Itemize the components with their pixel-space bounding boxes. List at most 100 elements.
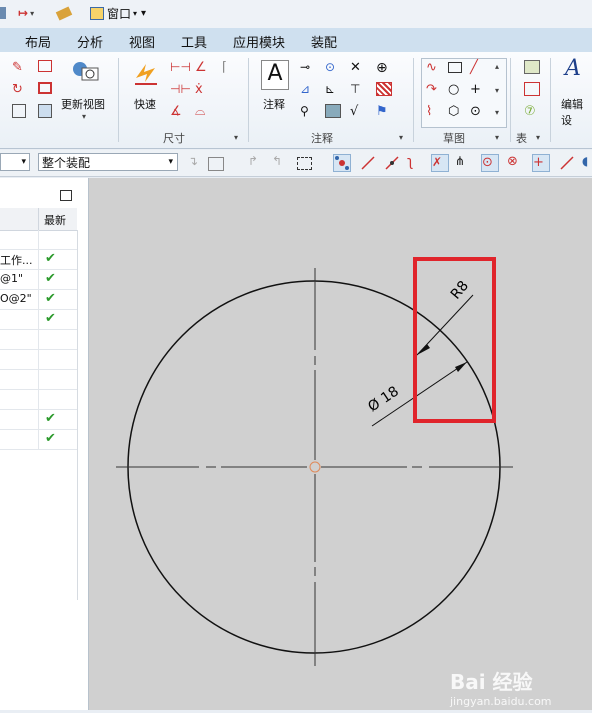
- menu-tab-bar: 布局 分析 视图 工具 应用模块 装配: [0, 28, 592, 53]
- tab-analysis[interactable]: 分析: [77, 32, 103, 51]
- table-note-icon[interactable]: [524, 60, 540, 74]
- polygon-icon[interactable]: ⬡: [448, 104, 464, 120]
- datum-icon[interactable]: ⊙: [325, 60, 341, 76]
- annotation-label[interactable]: 注释: [263, 96, 285, 112]
- dim-angular-icon[interactable]: ∠: [195, 60, 211, 76]
- nav-row[interactable]: [0, 370, 77, 390]
- qa-eraser-icon[interactable]: [55, 4, 73, 22]
- center-point-marker[interactable]: [309, 461, 321, 473]
- parts-list-icon[interactable]: [524, 82, 540, 96]
- midpoint-icon[interactable]: [383, 154, 401, 172]
- pick2-icon[interactable]: ↰: [272, 154, 290, 172]
- endpoint-icon[interactable]: [359, 154, 377, 172]
- paint-icon[interactable]: ⚑: [376, 104, 392, 120]
- update-view-label[interactable]: 更新视图: [61, 96, 105, 112]
- edit-settings-icon[interactable]: A: [565, 56, 591, 86]
- tab-view[interactable]: 视图: [129, 32, 155, 51]
- nav-row[interactable]: [0, 350, 77, 370]
- point-icon[interactable]: +: [470, 82, 486, 98]
- quadrant-icon[interactable]: ⊗: [507, 154, 525, 172]
- dim-ordinate-icon[interactable]: ẋ: [195, 82, 211, 98]
- dim-radial-icon[interactable]: ⊣⊢: [170, 82, 191, 98]
- balloon-icon[interactable]: ⑦: [524, 104, 540, 120]
- nav-row[interactable]: ✔: [0, 410, 77, 430]
- nav-row[interactable]: [0, 330, 77, 350]
- scope-combo[interactable]: 整个装配 ▾: [38, 153, 178, 171]
- up-to-date-check-icon: ✔: [45, 291, 56, 306]
- snap-icon[interactable]: ↴: [188, 154, 206, 172]
- nav-row[interactable]: ✔: [0, 430, 77, 450]
- update-view-icon[interactable]: [70, 60, 100, 86]
- view-icon-2[interactable]: [38, 60, 52, 72]
- separator: [118, 58, 119, 142]
- surface-finish-icon[interactable]: ⊾: [325, 82, 341, 98]
- nav-row[interactable]: @1" ✔: [0, 270, 77, 290]
- more-snap-icon[interactable]: ◖: [582, 154, 592, 172]
- column-latest-header[interactable]: 最新: [44, 212, 66, 228]
- circle-icon[interactable]: ○: [448, 82, 464, 98]
- existing-point-icon[interactable]: +: [532, 154, 550, 172]
- edit-settings-label[interactable]: 编辑设: [561, 96, 592, 128]
- selection-box-icon[interactable]: [208, 157, 224, 171]
- rectangle-icon[interactable]: [448, 62, 462, 73]
- dim-arc-icon[interactable]: ⌓: [195, 104, 211, 120]
- center-mark-icon[interactable]: ⊕: [376, 60, 392, 76]
- rectangle-select-icon[interactable]: [297, 157, 312, 170]
- image-icon[interactable]: [325, 104, 341, 118]
- tab-layout[interactable]: 布局: [25, 32, 51, 51]
- point-on-curve-icon[interactable]: [558, 154, 576, 172]
- drawing-sheet[interactable]: R8 Ø 18: [89, 178, 592, 710]
- tab-application[interactable]: 应用模块: [233, 32, 285, 51]
- sqrt-icon[interactable]: √: [350, 104, 366, 120]
- qa-icon-1[interactable]: [0, 4, 6, 22]
- radius-dimension[interactable]: R8: [416, 278, 474, 356]
- view-icon-1[interactable]: ✎: [12, 60, 28, 76]
- arc-center-icon[interactable]: ⋔: [455, 154, 473, 172]
- group-table-label: 表: [516, 132, 527, 145]
- quick-dimension-label[interactable]: 快速: [134, 96, 156, 112]
- nav-row[interactable]: 工作... ✔: [0, 250, 77, 270]
- view-icon-4[interactable]: [38, 82, 52, 94]
- ellipse-icon[interactable]: ⊙: [470, 104, 486, 120]
- filter-combo[interactable]: ▾: [0, 153, 30, 171]
- target-x-icon[interactable]: ✕: [350, 60, 366, 76]
- qa-tool-icon[interactable]: ↦ ▾: [18, 4, 34, 22]
- window-menu[interactable]: 窗口 ▾ ▾: [90, 4, 146, 22]
- intersection-icon[interactable]: ✗: [431, 154, 449, 172]
- up-to-date-check-icon: ✔: [45, 431, 56, 446]
- nav-row[interactable]: [0, 390, 77, 410]
- dim-linear-icon[interactable]: ⊢⊣: [170, 60, 191, 76]
- weld-icon[interactable]: ⊿: [300, 82, 316, 98]
- nav-row-label: @1": [0, 272, 24, 285]
- maximize-panel-icon[interactable]: [60, 190, 72, 201]
- profile-icon[interactable]: ∿: [426, 60, 442, 76]
- graphics-window[interactable]: R8 Ø 18 Bai 经验 jingyan.baidu.com: [89, 178, 592, 710]
- annotation-icon[interactable]: A: [261, 60, 289, 90]
- control-point-icon[interactable]: ʅ: [407, 154, 425, 172]
- feature-control-icon[interactable]: ⊸: [300, 60, 316, 76]
- pick-icon[interactable]: ↱: [248, 154, 266, 172]
- arc-icon[interactable]: ↷: [426, 82, 442, 98]
- up-to-date-check-icon: ✔: [45, 411, 56, 426]
- circle-center-icon[interactable]: ⊙: [481, 154, 499, 172]
- symbol-icon[interactable]: ⊤: [350, 82, 366, 98]
- up-to-date-check-icon: ✔: [45, 251, 56, 266]
- studio-spline-icon[interactable]: ⌇: [426, 104, 442, 120]
- view-icon-6[interactable]: [38, 104, 52, 118]
- hatch-icon[interactable]: [376, 82, 392, 96]
- view-icon-5[interactable]: [12, 104, 26, 118]
- quick-dimension-icon[interactable]: [133, 60, 159, 86]
- nav-row[interactable]: [0, 230, 77, 250]
- dim-thickness-icon[interactable]: ∡: [170, 104, 186, 120]
- view-icon-3[interactable]: ↻: [12, 82, 28, 98]
- snap-enable-icon[interactable]: [333, 154, 351, 172]
- nav-row[interactable]: O@2" ✔: [0, 290, 77, 310]
- tab-tools[interactable]: 工具: [181, 32, 207, 51]
- separator: [248, 58, 249, 142]
- line-icon[interactable]: ╱: [470, 60, 486, 76]
- tab-assembly[interactable]: 装配: [311, 32, 337, 51]
- centerline[interactable]: [116, 268, 513, 666]
- dim-chamfer-icon[interactable]: ⌈: [222, 60, 238, 76]
- nav-row[interactable]: ✔: [0, 310, 77, 330]
- magnify-icon[interactable]: ⚲: [300, 104, 316, 120]
